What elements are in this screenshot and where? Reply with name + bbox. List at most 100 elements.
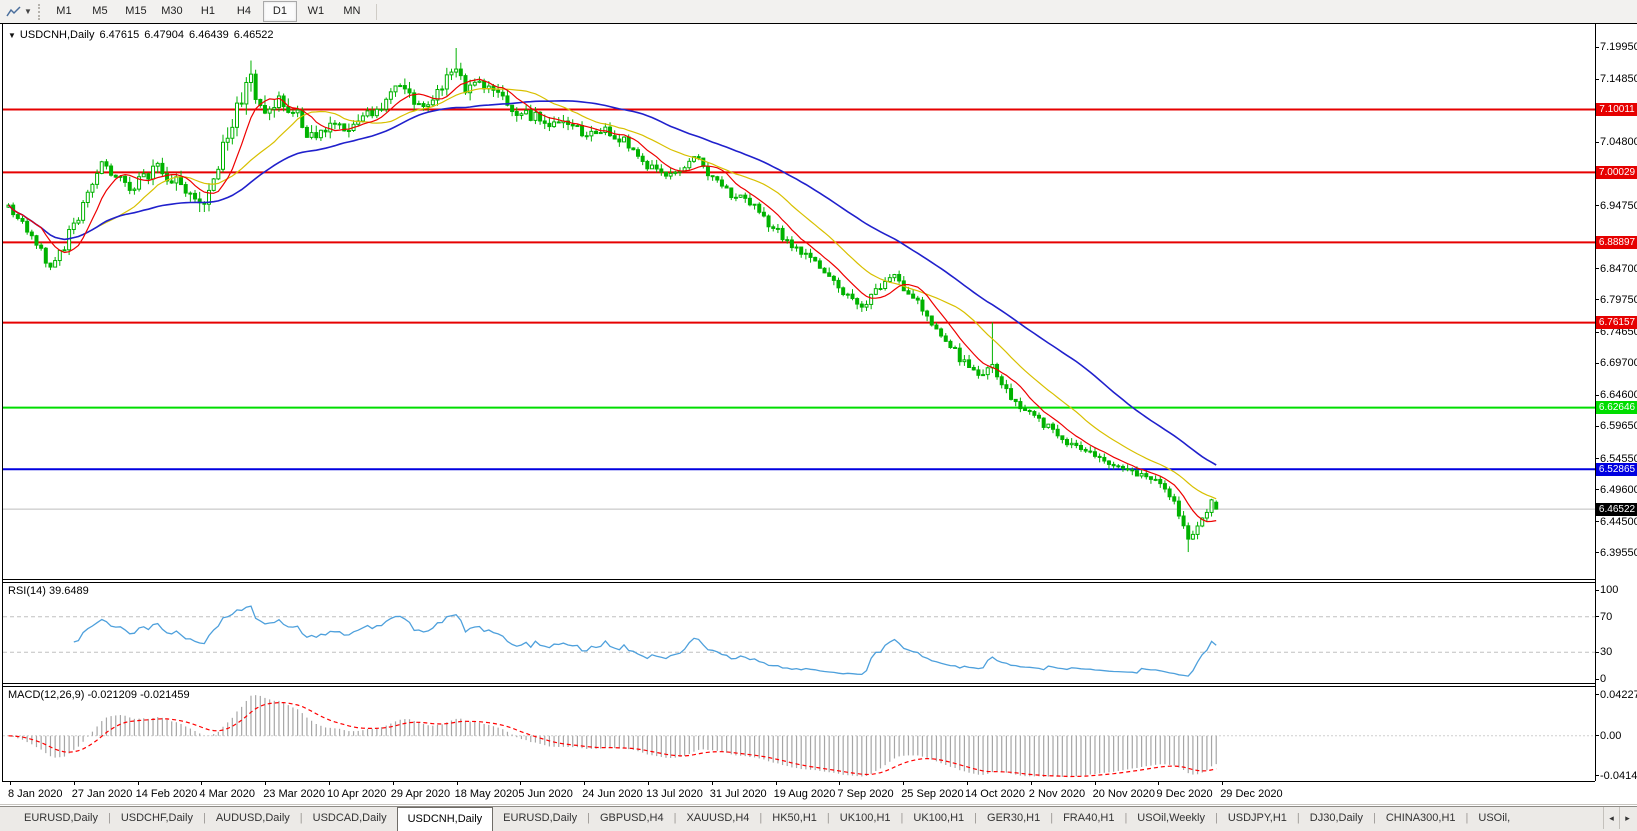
bottom-tab-uk100-h1[interactable]: UK100,H1	[903, 807, 974, 831]
axis-tick-mark	[1595, 205, 1599, 206]
candles	[7, 48, 1218, 552]
date-tick-label: 8 Jan 2020	[8, 788, 62, 800]
axis-tick-mark	[1595, 552, 1599, 553]
level-price-label: 7.10011	[1596, 103, 1637, 116]
bottom-tab-usoil-[interactable]: USOil,	[1468, 807, 1520, 831]
date-tick-mark	[10, 781, 11, 785]
date-tick-label: 29 Apr 2020	[391, 788, 450, 800]
date-tick-label: 19 Aug 2020	[774, 788, 836, 800]
macd-tick-label: -0.04148	[1600, 770, 1637, 782]
ohlc-high: 6.47904	[144, 29, 184, 41]
date-tick-mark	[329, 781, 330, 785]
price-tick-label: 7.04800	[1600, 136, 1637, 148]
price-tick-label: 6.79750	[1600, 294, 1637, 306]
symbol-label: USDCNH,Daily	[20, 29, 95, 41]
date-tick-mark	[584, 781, 585, 785]
axis-tick-mark	[1595, 47, 1599, 48]
level-price-label: 6.76157	[1596, 316, 1637, 329]
date-tick-label: 5 Jun 2020	[518, 788, 572, 800]
tab-scroll-right-icon[interactable]: ▸	[1619, 807, 1635, 829]
bottom-tab-eurusd-daily[interactable]: EURUSD,Daily	[14, 807, 108, 831]
date-tick-mark	[648, 781, 649, 785]
chart-window[interactable]: ▼USDCNH,Daily6.476156.479046.464396.4652…	[0, 23, 1637, 805]
rsi-tick-label: 100	[1600, 584, 1618, 596]
macd-chart[interactable]	[3, 687, 1595, 781]
bottom-tab-usdchf-daily[interactable]: USDCHF,Daily	[111, 807, 203, 831]
date-tick-label: 27 Jan 2020	[72, 788, 133, 800]
price-tick-label: 7.19950	[1600, 41, 1637, 53]
chevron-down-icon[interactable]: ▼	[24, 7, 32, 16]
price-tick-label: 6.84700	[1600, 263, 1637, 275]
axis-tick-mark	[1595, 268, 1599, 269]
bottom-tab-usdcad-daily[interactable]: USDCAD,Daily	[303, 807, 397, 831]
bottom-tab-eurusd-daily[interactable]: EURUSD,Daily	[493, 807, 587, 831]
frame-top-border	[0, 23, 1637, 24]
bottom-tab-china300-h1[interactable]: CHINA300,H1	[1376, 807, 1466, 831]
timeframe-button-h1[interactable]: H1	[191, 1, 225, 22]
bottom-tab-gbpusd-h4[interactable]: GBPUSD,H4	[590, 807, 674, 831]
rsi-tick-label: 0	[1600, 673, 1606, 685]
date-tick-label: 25 Sep 2020	[901, 788, 963, 800]
date-tick-mark	[903, 781, 904, 785]
bottom-tab-fra40-h1[interactable]: FRA40,H1	[1053, 807, 1124, 831]
chart-mode-icon[interactable]	[4, 3, 24, 21]
zigzag-line-icon	[6, 5, 22, 19]
tab-scroll-left-icon[interactable]: ◂	[1603, 807, 1619, 829]
date-tick-mark	[1222, 781, 1223, 785]
price-tick-label: 6.44500	[1600, 516, 1637, 528]
bottom-tab-usdjpy-h1[interactable]: USDJPY,H1	[1218, 807, 1297, 831]
rsi-tick-label: 70	[1600, 611, 1612, 623]
bottom-tab-hk50-h1[interactable]: HK50,H1	[762, 807, 827, 831]
date-tick-mark	[520, 781, 521, 785]
axis-tick-mark	[1595, 363, 1599, 364]
axis-tick-mark	[1595, 142, 1599, 143]
bottom-tab-usoil-weekly[interactable]: USOil,Weekly	[1127, 807, 1215, 831]
symbol-dropdown-icon[interactable]: ▼	[8, 31, 16, 40]
timeframe-button-mn[interactable]: MN	[335, 1, 369, 22]
bottom-tab-audusd-daily[interactable]: AUDUSD,Daily	[206, 807, 300, 831]
toolbar-separator	[376, 4, 377, 20]
date-tick-mark	[839, 781, 840, 785]
axis-tick-mark	[1595, 79, 1599, 80]
chart-header: ▼USDCNH,Daily6.476156.479046.464396.4652…	[8, 29, 279, 41]
axis-tick-mark	[1595, 489, 1599, 490]
bottom-tab-uk100-h1[interactable]: UK100,H1	[830, 807, 901, 831]
axis-tick-mark	[1595, 521, 1599, 522]
timeframe-button-m1[interactable]: M1	[47, 1, 81, 22]
axis-tick-mark	[1595, 426, 1599, 427]
bottom-tab-dj30-daily[interactable]: DJ30,Daily	[1300, 807, 1373, 831]
date-tick-label: 20 Nov 2020	[1093, 788, 1155, 800]
timeframe-button-h4[interactable]: H4	[227, 1, 261, 22]
date-tick-mark	[712, 781, 713, 785]
bottom-tab-usdcnh-daily[interactable]: USDCNH,Daily	[397, 806, 494, 831]
timeframe-button-m15[interactable]: M15	[119, 1, 153, 22]
price-tick-label: 7.14850	[1600, 73, 1637, 85]
candlestick-chart[interactable]	[3, 48, 1595, 579]
bottom-tab-xauusd-h4[interactable]: XAUUSD,H4	[676, 807, 759, 831]
main-rsi-separator-a[interactable]	[2, 579, 1595, 580]
bottom-tab-ger30-h1[interactable]: GER30,H1	[977, 807, 1050, 831]
timeframe-button-d1[interactable]: D1	[263, 1, 297, 22]
date-tick-mark	[1158, 781, 1159, 785]
price-tick-label: 6.94750	[1600, 200, 1637, 212]
date-tick-label: 2 Nov 2020	[1029, 788, 1085, 800]
level-price-label: 6.62646	[1596, 401, 1637, 414]
timeframe-button-m5[interactable]: M5	[83, 1, 117, 22]
date-tick-mark	[74, 781, 75, 785]
date-tick-mark	[138, 781, 139, 785]
rsi-chart[interactable]	[3, 583, 1595, 681]
date-tick-mark	[265, 781, 266, 785]
timeframe-button-w1[interactable]: W1	[299, 1, 333, 22]
date-tick-label: 10 Apr 2020	[327, 788, 386, 800]
toolbar-grip[interactable]	[38, 4, 40, 20]
date-tick-mark	[1031, 781, 1032, 785]
top-toolbar: ▼ M1M5M15M30H1H4D1W1MN	[0, 0, 1637, 24]
date-tick-mark	[393, 781, 394, 785]
timeframe-button-m30[interactable]: M30	[155, 1, 189, 22]
price-tick-label: 6.59650	[1600, 420, 1637, 432]
axis-tick-mark	[1595, 299, 1599, 300]
axis-tick-mark	[1595, 616, 1599, 617]
axis-tick-mark	[1595, 395, 1599, 396]
ohlc-close: 6.46522	[234, 29, 274, 41]
rsi-macd-separator-a[interactable]	[2, 683, 1595, 684]
